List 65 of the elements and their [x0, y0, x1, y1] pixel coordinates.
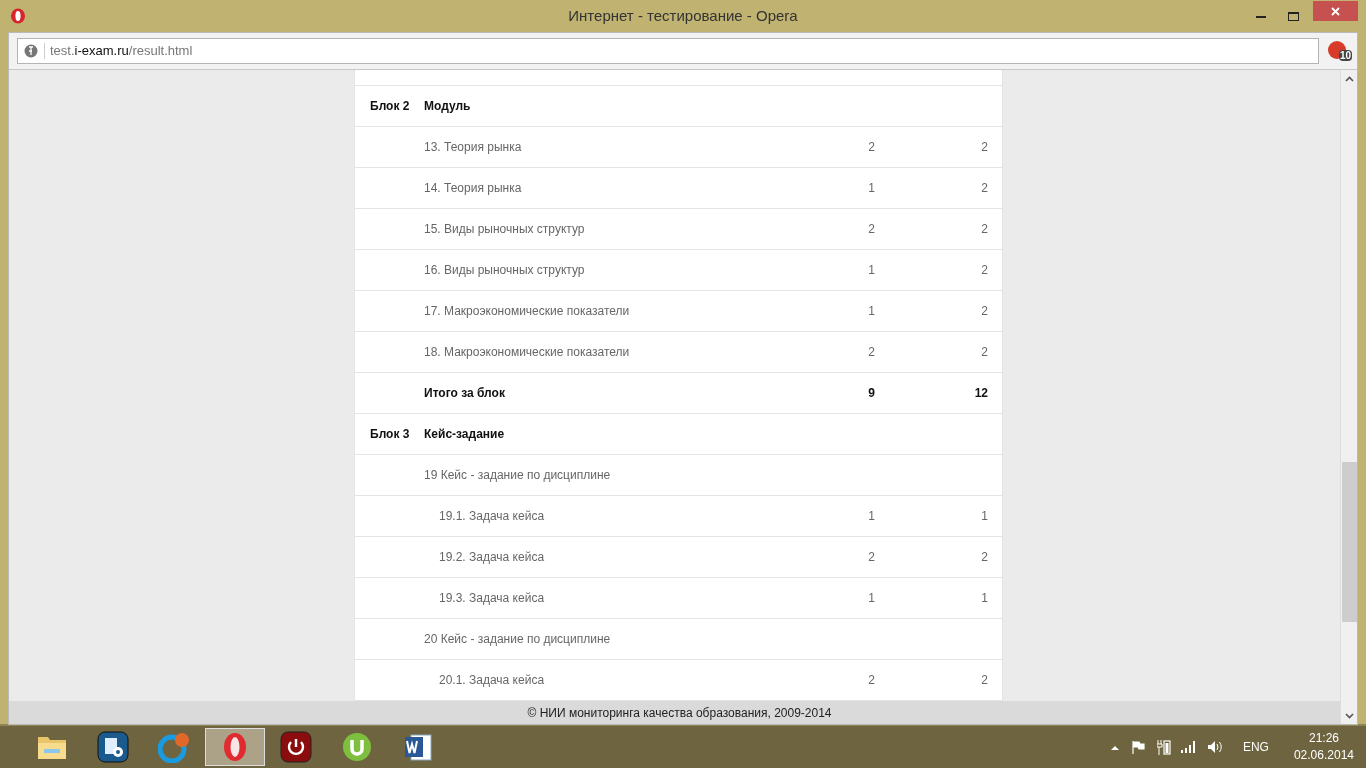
task-name: 19.3. Задача кейса: [439, 591, 545, 605]
score-cell: 2: [868, 673, 875, 687]
show-hidden-icons-icon[interactable]: [1110, 744, 1119, 750]
task-name: 13. Теория рынка: [424, 140, 522, 154]
minimize-icon: [1256, 14, 1266, 18]
opera-logo-icon: [10, 8, 26, 24]
clock[interactable]: 21:26 02.06.2014: [1293, 730, 1354, 764]
language-indicator[interactable]: ENG: [1242, 738, 1269, 756]
task-name: 20 Кейс - задание по дисциплине: [424, 632, 611, 646]
block-title: Кейс-задание: [424, 427, 505, 441]
scrollbar[interactable]: [1340, 70, 1357, 724]
torrent-icon: [342, 732, 372, 762]
window-title: Интернет - тестирование - Opera: [568, 5, 798, 26]
speaker-icon[interactable]: [1206, 740, 1223, 754]
block-number: Блок 2: [370, 99, 410, 113]
settings-icon: [97, 731, 129, 763]
close-icon: [1331, 6, 1340, 16]
max-score-cell: 2: [981, 345, 988, 359]
task-name: 20.1. Задача кейса: [439, 673, 545, 687]
close-button[interactable]: [1313, 1, 1358, 21]
max-score-cell: 2: [981, 304, 988, 318]
max-score-cell: 2: [981, 222, 988, 236]
task-name: 19 Кейс - задание по дисциплине: [424, 468, 611, 482]
max-score-cell: 12: [974, 386, 988, 400]
max-score-cell: 1: [981, 509, 988, 523]
word-icon: [403, 732, 433, 762]
task-name: 18. Макроэкономические показатели: [424, 345, 630, 359]
signal-icon[interactable]: [1180, 741, 1197, 753]
score-cell: 1: [868, 509, 875, 523]
score-cell: 2: [868, 140, 875, 154]
max-score-cell: 2: [981, 181, 988, 195]
score-cell: 2: [868, 550, 875, 564]
block-number: Блок 3: [370, 427, 410, 441]
score-cell: 1: [868, 263, 875, 277]
score-cell: 9: [868, 386, 875, 400]
task-name: 17. Макроэкономические показатели: [424, 304, 630, 318]
maximize-icon: [1287, 11, 1299, 21]
task-name: 14. Теория рынка: [424, 181, 522, 195]
opera-icon: [223, 732, 247, 762]
total-label: Итого за блок: [424, 386, 505, 400]
max-score-cell: 1: [981, 591, 988, 605]
block-title: Модуль: [424, 99, 471, 113]
max-score-cell: 2: [981, 263, 988, 277]
flag-icon[interactable]: [1130, 740, 1145, 754]
task-name: 19.2. Задача кейса: [439, 550, 545, 564]
clock-time: 21:26: [1308, 730, 1339, 747]
score-cell: 2: [868, 222, 875, 236]
battery-icon[interactable]: [1156, 739, 1171, 755]
chat-icon: [158, 731, 190, 763]
score-cell: 2: [868, 345, 875, 359]
address-bar[interactable]: test.i-exam.ru/result.html: [17, 38, 1319, 64]
task-name: 15. Виды рыночных структур: [424, 222, 585, 236]
max-score-cell: 2: [981, 673, 988, 687]
power-icon: [280, 731, 312, 763]
task-name: 16. Виды рыночных структур: [424, 263, 585, 277]
max-score-cell: 2: [981, 550, 988, 564]
url-text: test.i-exam.ru/result.html: [50, 42, 193, 61]
score-cell: 1: [868, 304, 875, 318]
scrollbar-thumb[interactable]: [1341, 462, 1357, 622]
score-cell: 1: [868, 181, 875, 195]
max-score-cell: 2: [981, 140, 988, 154]
clock-date: 02.06.2014: [1293, 747, 1354, 764]
copyright-text: © НИИ мониторинга качества образования, 2009-2014: [527, 704, 832, 722]
score-cell: 1: [868, 591, 875, 605]
task-name: 19.1. Задача кейса: [439, 509, 545, 523]
